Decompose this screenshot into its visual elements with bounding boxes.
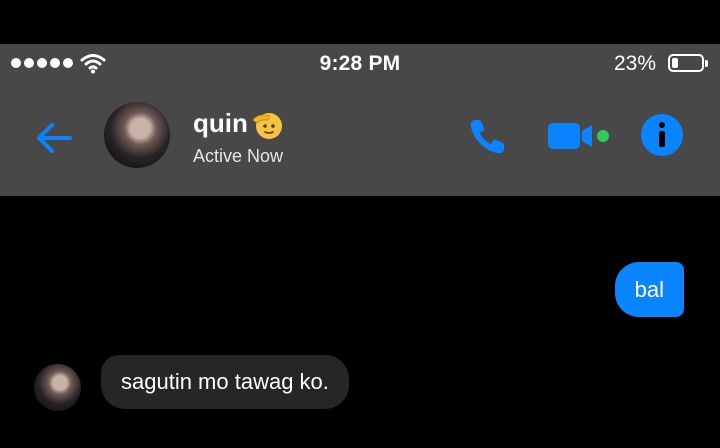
contact-avatar-small[interactable]	[34, 364, 81, 411]
outgoing-message-bubble[interactable]: bal	[614, 262, 684, 317]
status-bar: 9:28 PM 23%	[0, 44, 720, 84]
video-camera-icon[interactable]	[546, 119, 614, 153]
contact-avatar[interactable]	[104, 102, 170, 168]
incoming-message-bubble[interactable]: sagutin mo tawag ko.	[101, 355, 349, 409]
battery-percentage: 23%	[613, 52, 656, 75]
battery-icon	[668, 54, 708, 72]
chat-header: quin Active Now	[0, 84, 720, 196]
status-time: 9:28 PM	[319, 52, 401, 75]
contact-name[interactable]: quin	[193, 108, 248, 139]
messenger-chat-screen: 9:28 PM 23% quin Active Now bal sagutin …	[0, 0, 720, 448]
back-arrow-icon[interactable]	[30, 114, 78, 162]
phone-icon[interactable]	[466, 116, 508, 158]
active-status: Active Now	[193, 146, 284, 166]
saluting-face-emoji-icon	[252, 113, 282, 139]
info-icon[interactable]	[640, 113, 684, 157]
